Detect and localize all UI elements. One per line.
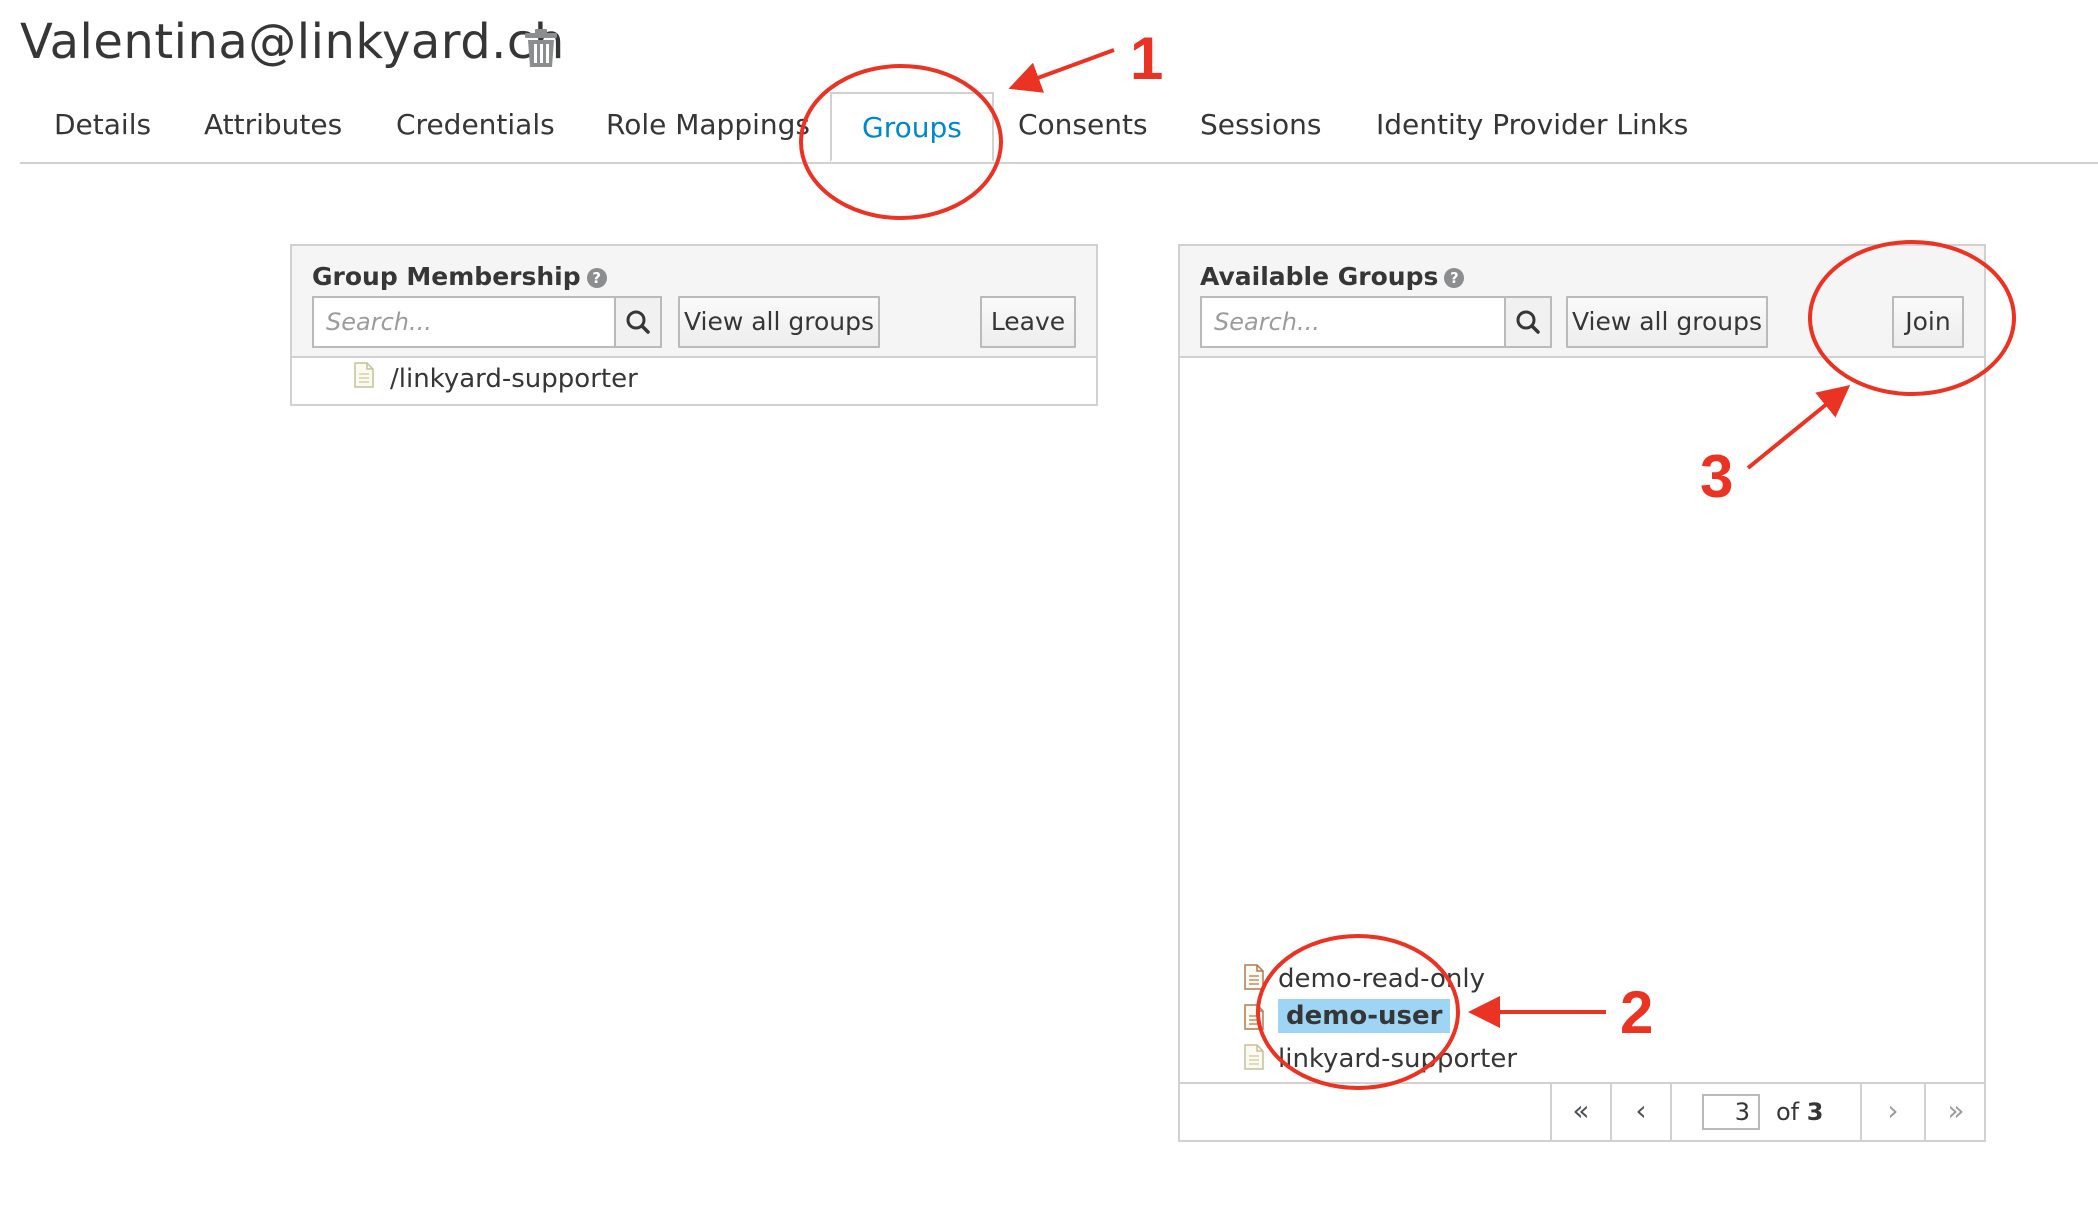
list-item[interactable]: linkyard-supporter: [1278, 1044, 1517, 1074]
selected-group-label[interactable]: demo-user: [1278, 999, 1451, 1033]
question-circle-icon[interactable]: ?: [586, 268, 607, 288]
join-button[interactable]: Join: [1892, 296, 1964, 348]
tab-consents[interactable]: Consents: [1018, 108, 1148, 141]
search-icon: [1516, 310, 1540, 334]
tab-sessions[interactable]: Sessions: [1200, 108, 1321, 141]
available-groups-search-button[interactable]: [1504, 296, 1552, 348]
available-groups-search-field[interactable]: [1202, 298, 1504, 346]
page-total: 3: [1806, 1098, 1824, 1126]
available-groups-header: Available Groups? View all groups Join: [1180, 246, 1984, 358]
double-chevron-left-icon[interactable]: «: [1550, 1084, 1610, 1140]
list-item-selected[interactable]: demo-user: [1278, 999, 1451, 1033]
chevron-left-icon[interactable]: ‹: [1610, 1084, 1670, 1140]
group-membership-search-button[interactable]: [614, 296, 662, 348]
group-document-icon: [354, 362, 374, 388]
group-membership-search-field[interactable]: [314, 298, 614, 346]
available-groups-view-all-button[interactable]: View all groups: [1566, 296, 1768, 348]
group-document-icon: [1244, 1004, 1264, 1030]
group-membership-title: Group Membership?: [312, 262, 607, 291]
group-membership-panel: Group Membership? View all groups Leave …: [290, 244, 1098, 406]
pagination: « ‹ 3 of 3 › »: [1180, 1082, 1984, 1140]
list-item[interactable]: /linkyard-supporter: [390, 364, 638, 394]
group-membership-view-all-button[interactable]: View all groups: [678, 296, 880, 348]
search-icon: [626, 310, 650, 334]
available-groups-title-text: Available Groups: [1200, 262, 1439, 291]
annotation-arrow-1: [1008, 48, 1115, 93]
question-circle-icon[interactable]: ?: [1444, 268, 1465, 288]
double-chevron-right-icon[interactable]: »: [1924, 1084, 1986, 1140]
page-indicator: 3 of 3: [1670, 1084, 1862, 1140]
available-groups-search-input[interactable]: [1200, 296, 1506, 348]
page-title: Valentina@linkyard.ch: [20, 14, 565, 70]
group-document-icon: [1244, 1044, 1264, 1070]
leave-button[interactable]: Leave: [980, 296, 1076, 348]
trash-icon[interactable]: [524, 28, 558, 68]
chevron-right-icon[interactable]: ›: [1862, 1084, 1924, 1140]
tab-identity-provider-links[interactable]: Identity Provider Links: [1376, 108, 1688, 141]
tab-bar: Details Attributes Credentials Role Mapp…: [20, 92, 2098, 164]
group-document-icon: [1244, 964, 1264, 990]
tab-role-mappings[interactable]: Role Mappings: [606, 108, 810, 141]
group-membership-header: Group Membership? View all groups Leave: [292, 246, 1096, 358]
tab-details[interactable]: Details: [54, 108, 151, 141]
page-number-input[interactable]: 3: [1702, 1094, 1760, 1130]
list-item[interactable]: demo-read-only: [1278, 964, 1485, 994]
available-groups-title: Available Groups?: [1200, 262, 1465, 291]
tab-attributes[interactable]: Attributes: [204, 108, 342, 141]
page-of-label: of 3: [1776, 1084, 1823, 1140]
available-groups-panel: Available Groups? View all groups Join d…: [1178, 244, 1986, 1142]
tab-groups[interactable]: Groups: [830, 92, 994, 162]
annotation-number-1: 1: [1130, 25, 1164, 92]
group-membership-search-input[interactable]: [312, 296, 616, 348]
page-of-text: of: [1776, 1098, 1800, 1126]
group-membership-title-text: Group Membership: [312, 262, 581, 291]
annotation-number-2: 2: [1620, 979, 1654, 1046]
tab-credentials[interactable]: Credentials: [396, 108, 555, 141]
annotation-number-3: 3: [1700, 443, 1734, 510]
